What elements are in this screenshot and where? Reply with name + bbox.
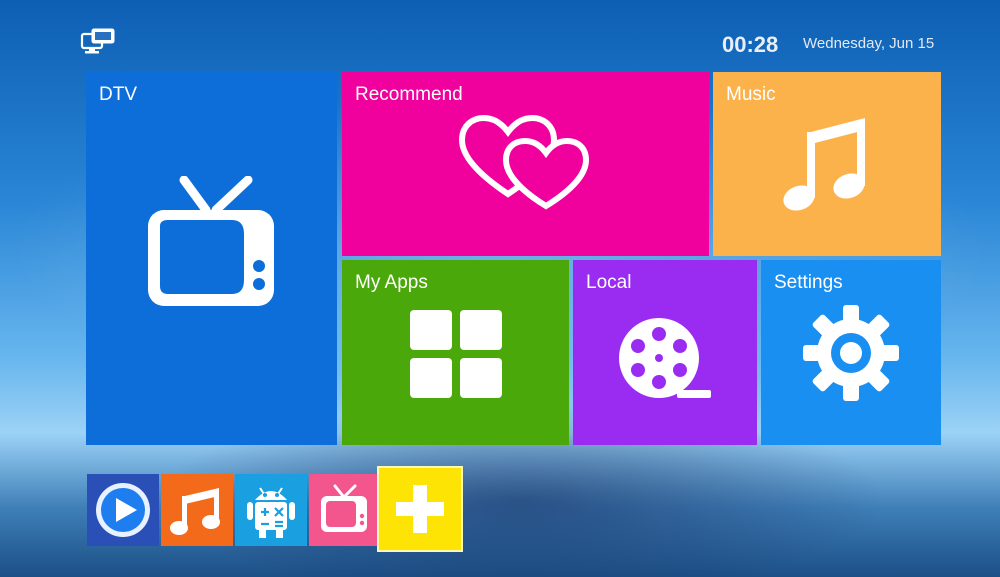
tile-recommend[interactable]: Recommend [342,72,709,256]
music-note-icon [783,118,865,211]
clock: 00:28 [722,32,779,57]
tile-music[interactable]: Music [713,72,941,256]
dock-tv[interactable] [309,474,379,546]
date: Wednesday, Jun 15 [803,35,935,52]
video-player-icon [96,483,150,537]
dock-video-player[interactable] [87,474,159,546]
tv-icon [148,176,274,306]
dock-android-calculator[interactable] [235,474,307,546]
gear-icon [803,305,899,401]
tile-settings-label: Settings [774,272,843,293]
network-icon [80,28,115,54]
tile-my-apps-label: My Apps [355,272,428,293]
tile-dtv-label: DTV [99,84,137,105]
hearts-icon [458,114,590,210]
tile-settings[interactable]: Settings [761,260,941,445]
tile-dtv[interactable]: DTV [86,72,337,445]
dock-add-button[interactable] [379,468,461,550]
grid-icon [410,310,502,398]
tile-local-label: Local [586,272,632,293]
tile-music-label: Music [726,84,776,105]
music-app-icon [170,488,220,535]
tile-local[interactable]: Local [573,260,757,445]
tv-app-icon [321,484,367,532]
add-icon [396,485,444,533]
android-calculator-icon [247,487,295,538]
tile-recommend-label: Recommend [355,84,463,105]
dock-music[interactable] [161,474,233,546]
tile-my-apps[interactable]: My Apps [342,260,569,445]
film-reel-icon [619,318,711,398]
